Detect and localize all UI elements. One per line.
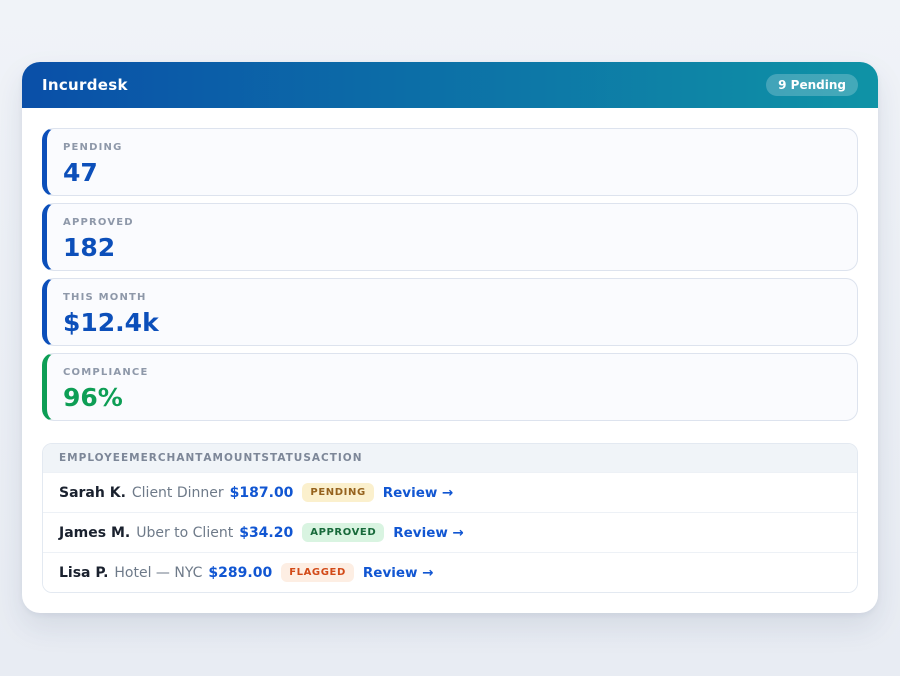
stat-value: $12.4k [63,309,841,337]
stat-label: COMPLIANCE [63,367,841,379]
merchant-name: Hotel — NYC [114,565,202,581]
stat-label: APPROVED [63,217,841,229]
expense-amount: $34.20 [239,525,293,541]
column-header-amount: AMOUNT [203,452,261,464]
stat-card-compliance: COMPLIANCE 96% [42,353,858,421]
status-badge: APPROVED [302,523,384,542]
expense-amount: $289.00 [208,565,272,581]
review-link[interactable]: Review → [383,485,454,501]
employee-name: Lisa P. [59,565,108,581]
stat-value: 96% [63,384,841,412]
employee-name: James M. [59,525,130,541]
stat-card-this-month: THIS MONTH $12.4k [42,278,858,346]
merchant-name: Client Dinner [132,485,224,501]
expenses-table: EMPLOYEE MERCHANT AMOUNT STATUS ACTION S… [42,443,858,593]
table-row: Sarah K. Client Dinner $187.00 PENDING R… [43,472,857,512]
app-title: Incurdesk [42,76,128,94]
table-row: Lisa P. Hotel — NYC $289.00 FLAGGED Revi… [43,552,857,592]
expense-amount: $187.00 [230,485,294,501]
column-header-status: STATUS [261,452,311,464]
expense-dashboard-card: Incurdesk 9 Pending PENDING 47 APPROVED … [22,62,878,613]
table-row: James M. Uber to Client $34.20 APPROVED … [43,512,857,552]
stat-value: 47 [63,159,841,187]
stat-card-pending: PENDING 47 [42,128,858,196]
merchant-name: Uber to Client [136,525,233,541]
table-header-row: EMPLOYEE MERCHANT AMOUNT STATUS ACTION [43,444,857,472]
card-body: PENDING 47 APPROVED 182 THIS MONTH $12.4… [22,108,878,613]
review-link[interactable]: Review → [393,525,464,541]
app-header: Incurdesk 9 Pending [22,62,878,108]
stat-value: 182 [63,234,841,262]
review-link[interactable]: Review → [363,565,434,581]
status-badge: FLAGGED [281,563,354,582]
status-badge: PENDING [302,483,373,502]
stat-label: THIS MONTH [63,292,841,304]
pending-count-badge: 9 Pending [766,74,858,96]
stats-list: PENDING 47 APPROVED 182 THIS MONTH $12.4… [42,128,858,421]
column-header-merchant: MERCHANT [129,452,203,464]
stat-card-approved: APPROVED 182 [42,203,858,271]
column-header-employee: EMPLOYEE [59,452,129,464]
column-header-action: ACTION [312,452,363,464]
employee-name: Sarah K. [59,485,126,501]
stat-label: PENDING [63,142,841,154]
